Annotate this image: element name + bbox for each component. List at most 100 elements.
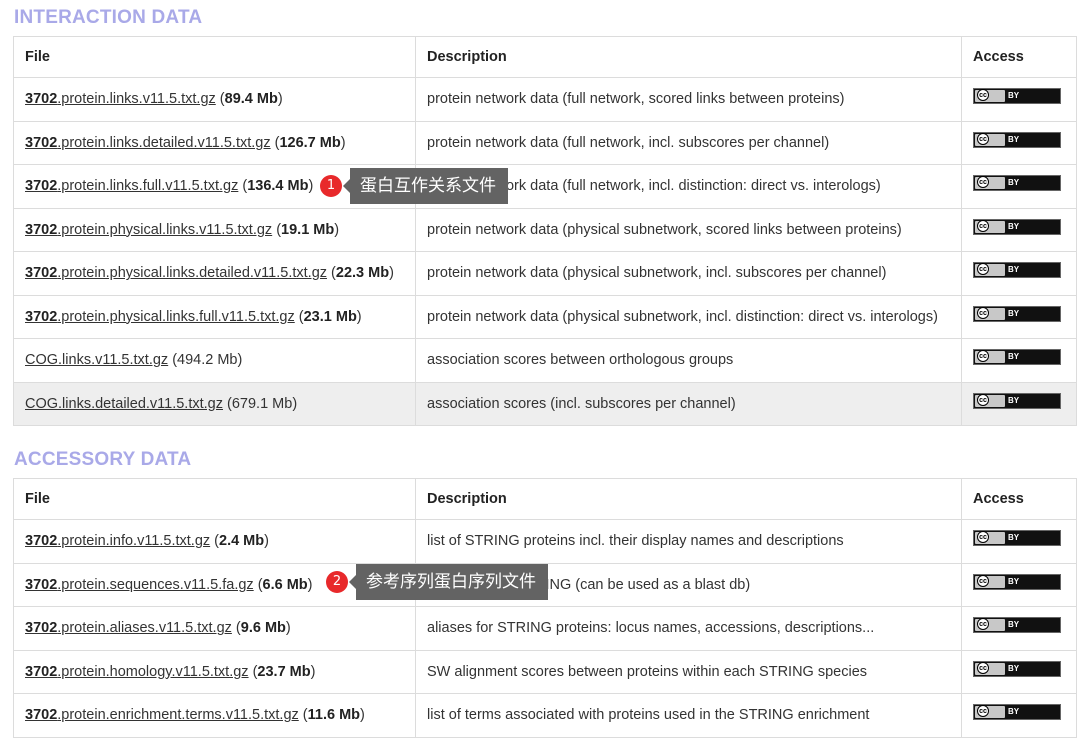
description-column-header: Description <box>415 478 962 520</box>
by-label: BY <box>1008 395 1020 405</box>
file-download-link[interactable]: 3702.protein.links.v11.5.txt.gz <box>25 91 216 107</box>
taxon-id: 3702 <box>25 134 58 151</box>
file-cell: 3702.protein.enrichment.terms.v11.5.txt.… <box>13 693 416 738</box>
description-cell: list of terms associated with proteins u… <box>415 693 962 738</box>
annotation-number-badge: 2 <box>326 571 348 593</box>
description-cell: protein network data (physical subnetwor… <box>415 251 962 296</box>
annotation-tooltip: 参考序列蛋白序列文件 <box>349 564 548 600</box>
table-row: 3702.protein.links.detailed.v11.5.txt.gz… <box>13 120 1077 165</box>
file-name: .protein.links.full.v11.5.txt.gz <box>57 178 239 195</box>
file-size: 22.3 Mb <box>335 265 390 282</box>
description-cell: list of STRING proteins incl. their disp… <box>415 519 962 564</box>
file-download-link[interactable]: COG.links.v11.5.txt.gz <box>25 352 168 368</box>
description-cell: aliases for STRING proteins: locus names… <box>415 606 962 651</box>
file-download-link[interactable]: 3702.protein.aliases.v11.5.txt.gz <box>25 620 232 636</box>
file-name: .protein.aliases.v11.5.txt.gz <box>57 620 232 637</box>
file-cell: 3702.protein.physical.links.v11.5.txt.gz… <box>13 207 416 252</box>
file-download-link[interactable]: 3702.protein.physical.links.full.v11.5.t… <box>25 309 295 325</box>
file-download-link[interactable]: 3702.protein.physical.links.detailed.v11… <box>25 265 327 281</box>
file-column-header: File <box>13 36 416 78</box>
cc-by-license-badge[interactable]: cc BY <box>973 617 1061 634</box>
access-cell: cc BY <box>961 251 1077 296</box>
file-cell: 3702.protein.physical.links.full.v11.5.t… <box>13 294 416 339</box>
by-label: BY <box>1008 576 1020 586</box>
table-row: 3702.protein.homology.v11.5.txt.gz (23.7… <box>13 649 1077 694</box>
cc-icon: cc <box>977 132 989 145</box>
cc-by-license-badge[interactable]: cc BY <box>973 305 1061 322</box>
access-cell: cc BY <box>961 120 1077 165</box>
annotation-tooltip: 蛋白互作关系文件 <box>343 168 508 204</box>
access-cell: cc BY <box>961 562 1077 607</box>
access-cell: cc BY <box>961 693 1077 738</box>
cc-by-license-badge[interactable]: cc BY <box>973 392 1061 409</box>
access-cell: cc BY <box>961 294 1077 339</box>
cc-icon: cc <box>977 219 989 232</box>
cc-icon: cc <box>977 661 989 674</box>
taxon-id: 3702 <box>25 620 58 637</box>
file-name: .protein.links.v11.5.txt.gz <box>57 91 216 108</box>
description-column-header: Description <box>415 36 962 78</box>
file-download-link[interactable]: 3702.protein.sequences.v11.5.fa.gz <box>25 577 254 593</box>
access-cell: cc BY <box>961 649 1077 694</box>
file-download-link[interactable]: COG.links.detailed.v11.5.txt.gz <box>25 396 223 412</box>
file-cell: 3702.protein.aliases.v11.5.txt.gz (9.6 M… <box>13 606 416 651</box>
file-size: 23.7 Mb <box>257 663 311 680</box>
file-download-link[interactable]: 3702.protein.homology.v11.5.txt.gz <box>25 664 249 680</box>
access-cell: cc BY <box>961 519 1077 564</box>
table-row: 3702.protein.aliases.v11.5.txt.gz (9.6 M… <box>13 606 1077 651</box>
table-header-row: File Description Access <box>13 36 1077 78</box>
file-size: 126.7 Mb <box>279 134 341 151</box>
table-header-row: File Description Access <box>13 478 1077 520</box>
cc-by-license-badge[interactable]: cc BY <box>973 218 1061 235</box>
annotation-callout-1: 1 蛋白互作关系文件 <box>320 168 508 204</box>
table-row: 3702.protein.physical.links.detailed.v11… <box>13 251 1077 296</box>
file-column-header: File <box>13 478 416 520</box>
file-cell: COG.links.v11.5.txt.gz (494.2 Mb) <box>13 338 416 383</box>
cc-by-license-badge[interactable]: cc BY <box>973 660 1061 677</box>
file-size: 6.6 Mb <box>262 576 308 593</box>
file-size: 19.1 Mb <box>281 221 335 238</box>
taxon-id: 3702 <box>25 576 58 593</box>
cc-by-license-badge[interactable]: cc BY <box>973 573 1061 590</box>
file-download-link[interactable]: 3702.protein.info.v11.5.txt.gz <box>25 533 210 549</box>
taxon-id: 3702 <box>25 91 58 108</box>
taxon-id: 3702 <box>25 178 58 195</box>
by-label: BY <box>1008 178 1020 188</box>
file-name: COG.links.detailed.v11.5.txt.gz <box>25 395 223 412</box>
access-cell: cc BY <box>961 381 1077 426</box>
cc-by-license-badge[interactable]: cc BY <box>973 131 1061 148</box>
description-cell: protein network data (full network, scor… <box>415 77 962 122</box>
file-download-link[interactable]: 3702.protein.enrichment.terms.v11.5.txt.… <box>25 707 299 723</box>
description-cell: protein network data (physical subnetwor… <box>415 207 962 252</box>
file-size: 23.1 Mb <box>303 308 357 325</box>
access-cell: cc BY <box>961 338 1077 383</box>
table-row: 3702.protein.physical.links.full.v11.5.t… <box>13 294 1077 339</box>
file-name: .protein.info.v11.5.txt.gz <box>57 533 211 550</box>
accessory-data-table: File Description Access 3702.protein.inf… <box>13 478 1077 738</box>
file-download-link[interactable]: 3702.protein.links.detailed.v11.5.txt.gz <box>25 135 271 151</box>
cc-by-license-badge[interactable]: cc BY <box>973 704 1061 721</box>
cc-by-license-badge[interactable]: cc BY <box>973 349 1061 366</box>
taxon-id: 3702 <box>25 533 58 550</box>
access-cell: cc BY <box>961 77 1077 122</box>
file-cell: 3702.protein.physical.links.detailed.v11… <box>13 251 416 296</box>
by-label: BY <box>1008 533 1020 543</box>
table-row: COG.links.detailed.v11.5.txt.gz (679.1 M… <box>13 381 1077 426</box>
taxon-id: 3702 <box>25 707 58 724</box>
table-row: 3702.protein.links.full.v11.5.txt.gz (13… <box>13 164 1077 209</box>
cc-by-license-badge[interactable]: cc BY <box>973 175 1061 192</box>
file-download-link[interactable]: 3702.protein.physical.links.v11.5.txt.gz <box>25 222 272 238</box>
accessory-data-title: ACCESSORY DATA <box>14 449 192 470</box>
by-label: BY <box>1008 265 1020 275</box>
taxon-id: 3702 <box>25 663 58 680</box>
by-label: BY <box>1008 134 1020 144</box>
table-row: 3702.protein.physical.links.v11.5.txt.gz… <box>13 207 1077 252</box>
by-label: BY <box>1008 308 1020 318</box>
cc-by-license-badge[interactable]: cc BY <box>973 88 1061 105</box>
by-label: BY <box>1008 91 1020 101</box>
cc-by-license-badge[interactable]: cc BY <box>973 530 1061 547</box>
file-download-link[interactable]: 3702.protein.links.full.v11.5.txt.gz <box>25 178 238 194</box>
file-name: .protein.physical.links.detailed.v11.5.t… <box>57 265 328 282</box>
by-label: BY <box>1008 352 1020 362</box>
cc-by-license-badge[interactable]: cc BY <box>973 262 1061 279</box>
